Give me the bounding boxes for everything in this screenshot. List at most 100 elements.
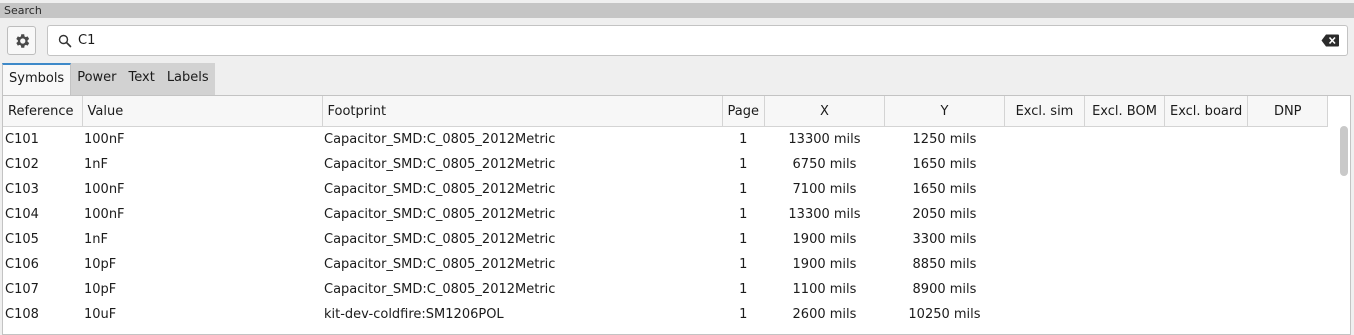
cell-page: 1 [739,282,748,297]
cell-x: 1900 mils [792,232,857,247]
cell-excl-sim [1004,152,1084,177]
tab-text[interactable]: Text [122,63,161,95]
column-header-page[interactable]: Page [722,96,765,127]
cell-excl-sim [1004,227,1084,252]
cell-value: 1nF [84,157,108,172]
tab-symbols[interactable]: Symbols [2,63,72,95]
cell-x: 1900 mils [792,257,857,272]
cell-y: 1650 mils [912,157,977,172]
cell-x: 1100 mils [792,282,857,297]
panel-title: Search [0,3,1354,18]
column-header-x[interactable]: X [764,96,885,127]
cell-page: 1 [739,182,748,197]
cell-page: 1 [739,307,748,322]
cell-excl-board [1164,152,1247,177]
table-row[interactable]: C102 1nF Capacitor_SMD:C_0805_2012Metric… [3,152,1328,177]
cell-excl-bom [1084,277,1164,302]
cell-y: 8900 mils [912,282,977,297]
cell-reference: C102 [5,157,39,172]
search-icon [58,34,72,48]
column-header-value[interactable]: Value [82,96,323,127]
column-header-dnp[interactable]: DNP [1247,96,1329,127]
backspace-icon[interactable] [1321,34,1339,47]
tab-power[interactable]: Power [71,63,123,95]
cell-footprint: Capacitor_SMD:C_0805_2012Metric [324,157,556,172]
cell-y: 8850 mils [912,257,977,272]
cell-excl-sim [1004,302,1084,327]
cell-y: 1250 mils [912,132,977,147]
search-settings-button[interactable] [7,26,36,55]
cell-page: 1 [739,132,748,147]
cell-footprint: Capacitor_SMD:C_0805_2012Metric [324,132,556,147]
column-header-excl-sim[interactable]: Excl. sim [1004,96,1085,127]
cell-dnp [1248,227,1328,252]
cell-footprint: Capacitor_SMD:C_0805_2012Metric [324,257,556,272]
cell-reference: C103 [5,182,39,197]
cell-excl-board [1164,127,1247,153]
cell-reference: C107 [5,282,39,297]
cell-page: 1 [739,232,748,247]
vertical-scrollbar[interactable] [1340,126,1348,176]
cell-excl-sim [1004,127,1084,153]
cell-x: 6750 mils [792,157,857,172]
table-row[interactable]: C104 100nF Capacitor_SMD:C_0805_2012Metr… [3,202,1328,227]
cell-value: 1nF [84,232,108,247]
cell-reference: C104 [5,207,39,222]
column-header-excl-bom[interactable]: Excl. BOM [1084,96,1165,127]
cell-dnp [1248,127,1328,153]
search-input[interactable]: C1 [47,25,1348,56]
table-header: Reference Value Footprint Page X Y Excl.… [3,96,1329,127]
cell-excl-bom [1084,252,1164,277]
cell-excl-bom [1084,127,1164,153]
search-value: C1 [78,33,96,48]
gear-icon [15,33,29,48]
cell-x: 13300 mils [788,132,861,147]
cell-dnp [1248,152,1328,177]
cell-y: 3300 mils [912,232,977,247]
cell-reference: C108 [5,307,39,322]
cell-excl-sim [1004,277,1084,302]
cell-footprint: Capacitor_SMD:C_0805_2012Metric [324,182,556,197]
cell-page: 1 [739,257,748,272]
cell-page: 1 [739,207,748,222]
cell-x: 2600 mils [792,307,857,322]
table-row[interactable]: C101 100nF Capacitor_SMD:C_0805_2012Metr… [3,127,1328,153]
cell-y: 2050 mils [912,207,977,222]
cell-dnp [1248,177,1328,202]
cell-value: 10pF [84,282,117,297]
cell-excl-board [1164,277,1247,302]
column-header-footprint[interactable]: Footprint [322,96,723,127]
column-header-y[interactable]: Y [884,96,1005,127]
cell-x: 13300 mils [788,207,861,222]
table-row[interactable]: C103 100nF Capacitor_SMD:C_0805_2012Metr… [3,177,1328,202]
table-row[interactable]: C105 1nF Capacitor_SMD:C_0805_2012Metric… [3,227,1328,252]
cell-footprint: Capacitor_SMD:C_0805_2012Metric [324,232,556,247]
cell-footprint: Capacitor_SMD:C_0805_2012Metric [324,207,556,222]
cell-excl-bom [1084,202,1164,227]
table-row[interactable]: C107 10pF Capacitor_SMD:C_0805_2012Metri… [3,277,1328,302]
cell-excl-board [1164,177,1247,202]
cell-dnp [1248,302,1328,327]
cell-dnp [1248,277,1328,302]
cell-excl-board [1164,227,1247,252]
cell-excl-board [1164,202,1247,227]
cell-value: 100nF [84,182,125,197]
cell-excl-bom [1084,227,1164,252]
cell-excl-bom [1084,177,1164,202]
cell-footprint: Capacitor_SMD:C_0805_2012Metric [324,282,556,297]
table-row[interactable]: C106 10pF Capacitor_SMD:C_0805_2012Metri… [3,252,1328,277]
cell-value: 100nF [84,132,125,147]
cell-y: 10250 mils [908,307,981,322]
result-tabs: Symbols Power Text Labels [2,63,215,95]
cell-excl-sim [1004,177,1084,202]
cell-x: 7100 mils [792,182,857,197]
table-row[interactable]: C108 10uF kit-dev-coldfire:SM1206POL 1 2… [3,302,1328,327]
cell-value: 10pF [84,257,117,272]
cell-excl-sim [1004,202,1084,227]
tab-labels[interactable]: Labels [160,63,215,95]
cell-excl-bom [1084,302,1164,327]
cell-reference: C105 [5,232,39,247]
column-header-reference[interactable]: Reference [3,96,83,127]
cell-excl-bom [1084,152,1164,177]
column-header-excl-board[interactable]: Excl. board [1164,96,1249,127]
